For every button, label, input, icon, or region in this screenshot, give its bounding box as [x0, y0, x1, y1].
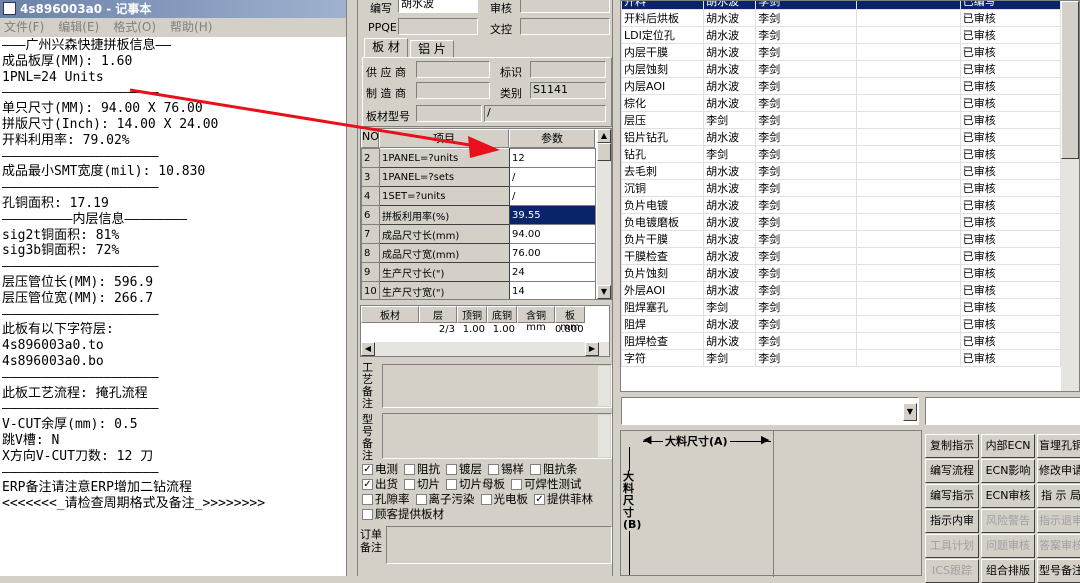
annotation-arrow — [129, 88, 500, 158]
arrow-head-icon — [468, 136, 500, 158]
arrow-shaft — [129, 88, 477, 148]
